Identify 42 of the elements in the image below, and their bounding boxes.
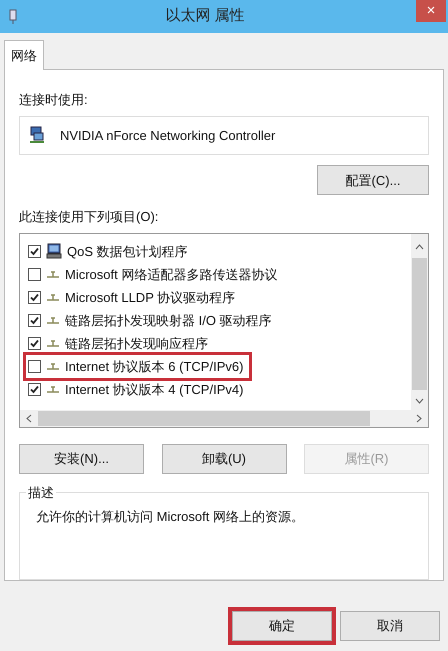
vertical-scrollbar[interactable] bbox=[411, 234, 428, 410]
dialog-button[interactable]: 取消 bbox=[340, 611, 440, 641]
checkbox[interactable] bbox=[28, 244, 41, 258]
network-icon bbox=[8, 8, 18, 24]
list-item[interactable]: Microsoft 网络适配器多路传送器协议 bbox=[26, 262, 280, 286]
network-protocol-icon bbox=[46, 384, 60, 394]
computer-icon bbox=[46, 243, 62, 260]
section-label: 此连接使用下列项目(O): bbox=[19, 208, 160, 226]
close-button[interactable]: × bbox=[416, 0, 446, 22]
scroll-down-icon[interactable] bbox=[415, 398, 424, 404]
window-title: 以太网 属性 bbox=[164, 6, 246, 26]
list-item[interactable]: 链路层拓扑发现映射器 I/O 驱动程序 bbox=[26, 308, 274, 332]
section-label: 连接时使用: bbox=[19, 91, 89, 109]
network-adapter-icon bbox=[28, 126, 46, 144]
adapter-name: NVIDIA nForce Networking Controller bbox=[60, 126, 276, 145]
scroll-thumb[interactable] bbox=[38, 411, 370, 426]
network-protocol-icon bbox=[46, 269, 60, 280]
list-item[interactable]: QoS 数据包计划程序 bbox=[26, 240, 190, 263]
checkbox[interactable] bbox=[28, 382, 41, 396]
scroll-right-icon[interactable] bbox=[416, 414, 422, 424]
network-protocol-icon bbox=[46, 292, 60, 302]
list-item[interactable]: Internet 协议版本 4 (TCP/IPv4) bbox=[26, 378, 246, 401]
tab[interactable]: 网络 bbox=[4, 40, 44, 70]
checkbox[interactable] bbox=[28, 268, 41, 281]
action-button[interactable]: 安装(N)... bbox=[19, 444, 144, 474]
horizontal-scrollbar[interactable] bbox=[20, 410, 428, 428]
checkbox[interactable] bbox=[28, 336, 41, 350]
scroll-left-icon[interactable] bbox=[26, 414, 32, 424]
action-button[interactable]: 卸载(U) bbox=[162, 444, 286, 474]
checkbox[interactable] bbox=[28, 360, 41, 373]
network-protocol-icon bbox=[46, 315, 60, 326]
network-protocol-icon bbox=[46, 361, 60, 372]
scroll-thumb[interactable] bbox=[412, 258, 427, 390]
scroll-up-icon[interactable] bbox=[415, 244, 424, 250]
checkbox[interactable] bbox=[28, 290, 41, 304]
list-item[interactable]: Internet 协议版本 6 (TCP/IPv6) bbox=[26, 354, 250, 378]
list-item[interactable]: Microsoft LLDP 协议驱动程序 bbox=[26, 286, 238, 309]
list-item[interactable]: 链路层拓扑发现响应程序 bbox=[26, 332, 210, 355]
checkbox[interactable] bbox=[28, 314, 41, 327]
network-protocol-icon bbox=[46, 338, 60, 348]
description-text: 允许你的计算机访问 Microsoft 网络上的资源。 bbox=[36, 508, 305, 526]
configure-button[interactable]: 配置(C)... bbox=[317, 165, 429, 196]
